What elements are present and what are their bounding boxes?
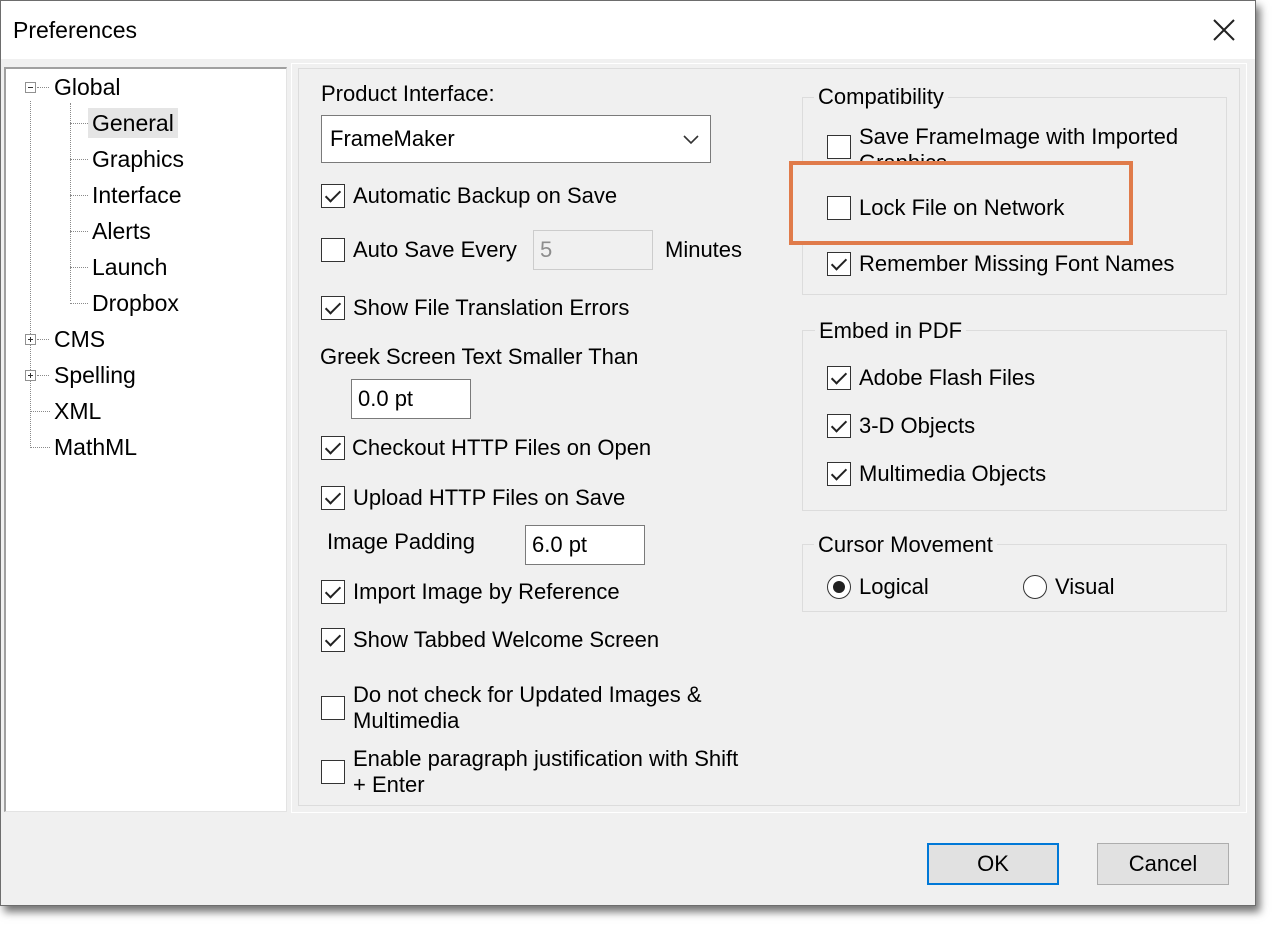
tree-item-spelling[interactable]: Spelling (50, 360, 140, 390)
embed-pdf-title: Embed in PDF (815, 318, 967, 344)
automatic-backup-checkbox[interactable] (321, 184, 345, 208)
auto-save-label: Auto Save Every (353, 237, 517, 262)
upload-http-label: Upload HTTP Files on Save (353, 485, 626, 510)
close-button[interactable] (1193, 1, 1255, 59)
tree-item-cms[interactable]: CMS (50, 324, 109, 354)
logical-label: Logical (859, 574, 929, 599)
image-padding-label: Image Padding (327, 529, 475, 554)
greek-text-input[interactable]: 0.0 pt (351, 379, 471, 419)
objects-3d-label: 3-D Objects (859, 413, 976, 438)
checkout-http-checkbox[interactable] (321, 436, 345, 460)
image-padding-input[interactable]: 6.0 pt (525, 525, 645, 565)
close-icon (1213, 19, 1235, 41)
product-interface-label: Product Interface: (321, 81, 495, 106)
ok-button[interactable]: OK (927, 843, 1059, 885)
minutes-label: Minutes (665, 237, 743, 262)
enable-justification-checkbox[interactable] (321, 760, 345, 784)
tabbed-welcome-label: Show Tabbed Welcome Screen (353, 627, 660, 652)
objects-3d-checkbox[interactable] (827, 414, 851, 438)
import-by-reference-checkbox[interactable] (321, 580, 345, 604)
logical-radio[interactable] (827, 575, 851, 599)
tree-item-alerts[interactable]: Alerts (88, 216, 155, 246)
visual-radio[interactable] (1023, 575, 1047, 599)
tree-expander-global[interactable] (25, 82, 36, 93)
no-check-updated-checkbox[interactable] (321, 696, 345, 720)
flash-label: Adobe Flash Files (859, 365, 1036, 390)
save-frameimage-checkbox[interactable] (827, 135, 851, 159)
title-bar: Preferences (1, 1, 1255, 59)
tree-item-general[interactable]: General (88, 108, 178, 138)
tree-expander-spelling[interactable] (25, 370, 36, 381)
show-translation-errors-checkbox[interactable] (321, 296, 345, 320)
tree-item-launch[interactable]: Launch (88, 252, 171, 282)
tree-item-graphics[interactable]: Graphics (88, 144, 188, 174)
multimedia-label: Multimedia Objects (859, 461, 1047, 486)
window-title: Preferences (13, 17, 138, 43)
tree-item-global[interactable]: Global (50, 72, 124, 102)
cancel-button[interactable]: Cancel (1097, 843, 1229, 885)
tree-item-dropbox[interactable]: Dropbox (88, 288, 183, 318)
flash-checkbox[interactable] (827, 366, 851, 390)
tabbed-welcome-checkbox[interactable] (321, 628, 345, 652)
checkout-http-label: Checkout HTTP Files on Open (352, 435, 652, 460)
no-check-updated-label: Do not check for Updated Images & Multim… (353, 682, 702, 733)
cursor-movement-title: Cursor Movement (814, 532, 997, 558)
enable-justification-label: Enable paragraph justification with Shif… (353, 746, 739, 797)
lock-file-checkbox[interactable] (827, 196, 851, 220)
upload-http-checkbox[interactable] (321, 486, 345, 510)
greek-text-label: Greek Screen Text Smaller Than (320, 344, 639, 369)
compatibility-title: Compatibility (814, 84, 948, 110)
multimedia-checkbox[interactable] (827, 462, 851, 486)
product-interface-value: FrameMaker (330, 126, 455, 151)
tree-item-mathml[interactable]: MathML (50, 432, 141, 462)
remember-fonts-label: Remember Missing Font Names (859, 251, 1175, 276)
tree-item-xml[interactable]: XML (50, 396, 105, 426)
remember-fonts-checkbox[interactable] (827, 252, 851, 276)
lock-file-label: Lock File on Network (859, 195, 1065, 220)
auto-save-minutes-input[interactable]: 5 (533, 230, 653, 270)
import-by-reference-label: Import Image by Reference (353, 579, 620, 604)
tree-item-interface[interactable]: Interface (88, 180, 186, 210)
show-translation-errors-label: Show File Translation Errors (353, 295, 630, 320)
auto-save-checkbox[interactable] (321, 238, 345, 262)
preferences-dialog: Preferences Global General Graphics Inte… (0, 0, 1256, 906)
visual-label: Visual (1055, 574, 1115, 599)
automatic-backup-label: Automatic Backup on Save (353, 183, 618, 208)
product-interface-select[interactable]: FrameMaker (321, 115, 711, 163)
category-tree[interactable]: Global General Graphics Interface Alerts… (4, 67, 287, 812)
chevron-down-icon (683, 135, 699, 145)
tree-expander-cms[interactable] (25, 334, 36, 345)
